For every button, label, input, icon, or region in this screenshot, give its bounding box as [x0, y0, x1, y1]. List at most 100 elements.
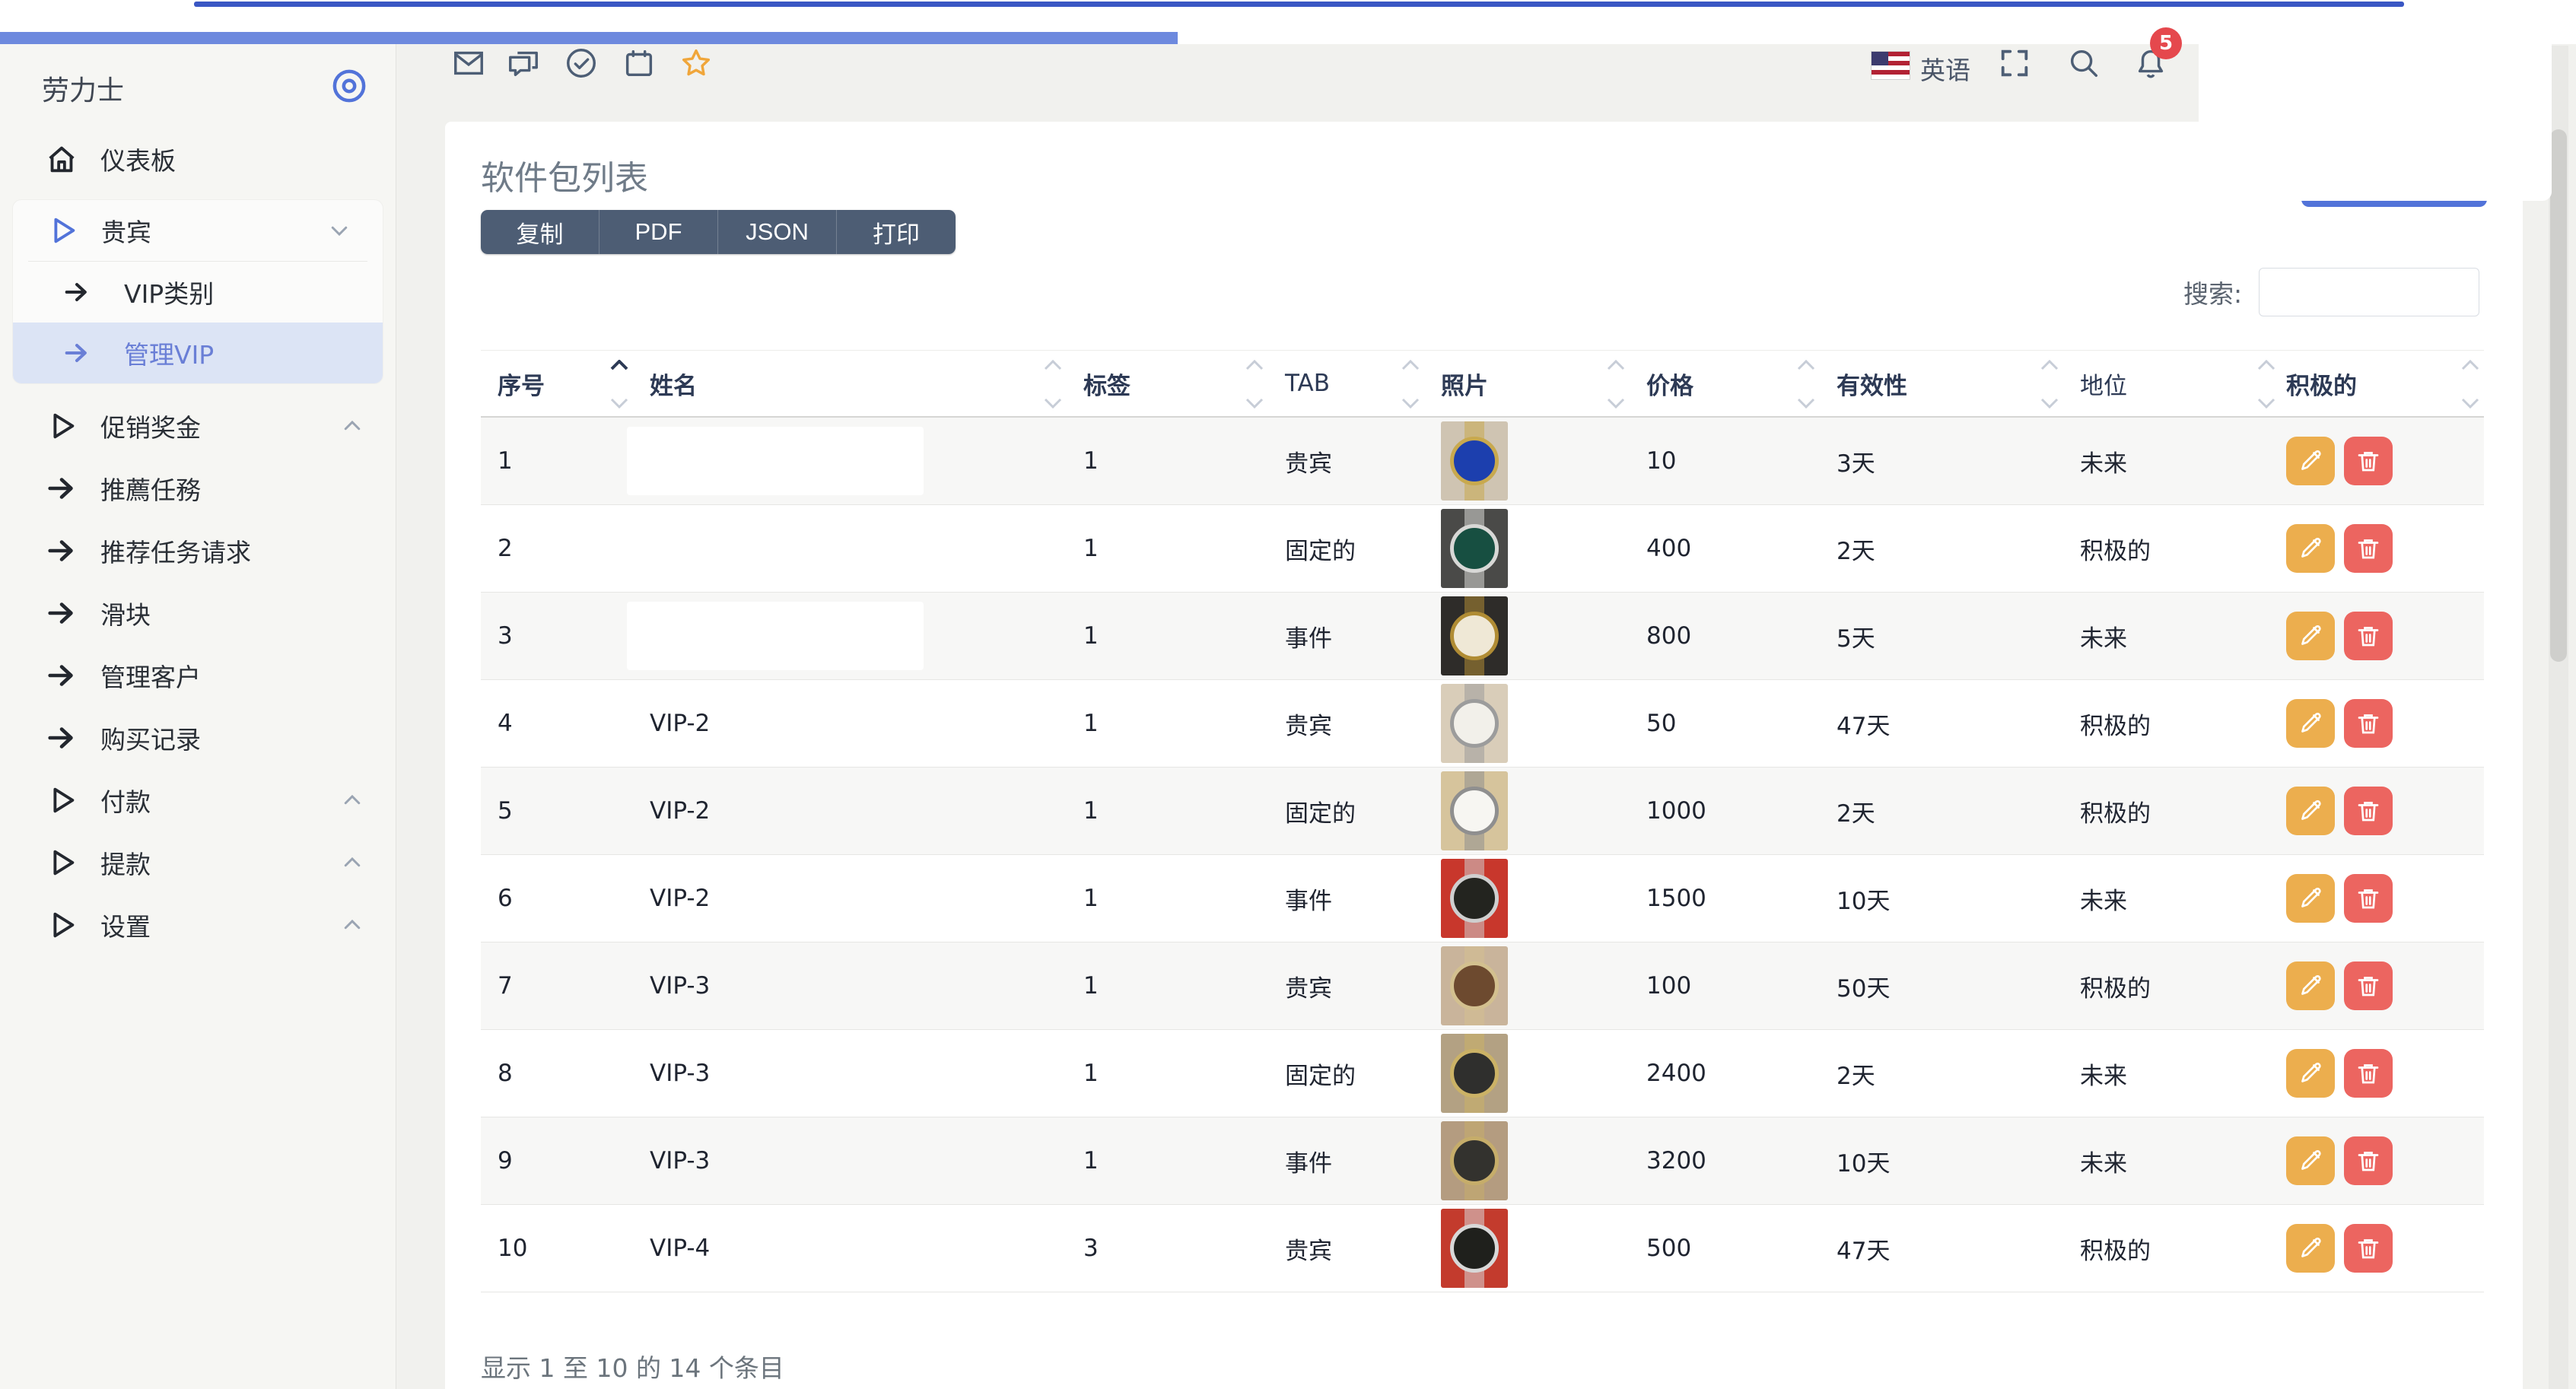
- language-label[interactable]: 英语: [1920, 50, 1970, 87]
- column-header[interactable]: 标签: [1067, 351, 1268, 416]
- sidebar-item-vip-category[interactable]: VIP类别: [13, 262, 383, 323]
- column-header[interactable]: 姓名: [633, 351, 1067, 416]
- sidebar-item-referral-task-request[interactable]: 推荐任务请求: [0, 520, 396, 582]
- sidebar-item-referral-task[interactable]: 推薦任務: [0, 457, 396, 520]
- pdf-button[interactable]: PDF: [599, 210, 718, 254]
- cell-name: VIP-3: [633, 1117, 1067, 1204]
- home-icon: [44, 141, 79, 176]
- edit-button[interactable]: [2286, 1049, 2335, 1098]
- sidebar-item-label: 购买记录: [100, 720, 201, 756]
- product-photo: [1441, 771, 1508, 850]
- column-header[interactable]: 积极的: [2280, 351, 2484, 416]
- sidebar-item-promo-bonus[interactable]: 促销奖金: [0, 395, 396, 457]
- chevron-up-icon: [341, 789, 364, 812]
- chat-icon[interactable]: [506, 46, 541, 81]
- cell-actions: [2280, 855, 2484, 942]
- arrow-right-icon: [44, 533, 79, 568]
- column-header[interactable]: 地位: [2063, 351, 2280, 416]
- sidebar-item-payments[interactable]: 付款: [0, 769, 396, 831]
- cell-price: 400: [1630, 505, 1820, 592]
- sidebar-item-label: 促销奖金: [100, 408, 201, 444]
- delete-button[interactable]: [2344, 787, 2393, 835]
- column-header-label: 积极的: [2286, 367, 2357, 401]
- redacted-name-box: [627, 427, 924, 495]
- sidebar-item-slider[interactable]: 滑块: [0, 582, 396, 644]
- table-row: 1 1 贵宾 10 3天 未来: [481, 418, 2484, 505]
- table-row: 10 VIP-4 3 贵宾 500 47天 积极的: [481, 1205, 2484, 1292]
- sidebar-item-settings[interactable]: 设置: [0, 894, 396, 956]
- sidebar-item-manage-customers[interactable]: 管理客户: [0, 644, 396, 707]
- sidebar-item-withdrawals[interactable]: 提款: [0, 831, 396, 894]
- edit-button[interactable]: [2286, 961, 2335, 1010]
- cell-status: 积极的: [2063, 505, 2280, 592]
- cell-photo: [1424, 593, 1630, 679]
- calendar-icon[interactable]: [622, 46, 657, 81]
- sidebar-item-manage-vip[interactable]: 管理VIP: [13, 323, 383, 383]
- column-header[interactable]: 价格: [1630, 351, 1820, 416]
- search-input[interactable]: [2259, 268, 2479, 316]
- cell-status: 积极的: [2063, 768, 2280, 854]
- edit-button[interactable]: [2286, 699, 2335, 748]
- play-icon: [44, 408, 79, 443]
- edit-button[interactable]: [2286, 874, 2335, 923]
- mail-icon[interactable]: [451, 46, 486, 81]
- target-icon[interactable]: [329, 65, 370, 106]
- column-header-label: 序号: [498, 367, 545, 401]
- delete-button[interactable]: [2344, 1049, 2393, 1098]
- product-photo: [1441, 1034, 1508, 1113]
- edit-button[interactable]: [2286, 1224, 2335, 1273]
- table-row: 9 VIP-3 1 事件 3200 10天 未来: [481, 1117, 2484, 1205]
- delete-button[interactable]: [2344, 1136, 2393, 1185]
- product-photo: [1441, 1121, 1508, 1200]
- delete-button[interactable]: [2344, 699, 2393, 748]
- sidebar-item-label: 提款: [100, 844, 151, 881]
- column-header[interactable]: 有效性: [1820, 351, 2063, 416]
- cell-name: VIP-2: [633, 768, 1067, 854]
- edit-button[interactable]: [2286, 612, 2335, 660]
- column-header[interactable]: 序号: [481, 351, 633, 416]
- check-circle-icon[interactable]: [564, 46, 599, 81]
- name-text: VIP-3: [650, 1060, 710, 1087]
- cell-tag: 1: [1067, 418, 1268, 504]
- search-icon[interactable]: [2066, 46, 2101, 81]
- cell-serial: 7: [481, 942, 633, 1029]
- cell-validity: 10天: [1820, 855, 2063, 942]
- sidebar-item-dashboard[interactable]: 仪表板: [0, 128, 396, 190]
- edit-button[interactable]: [2286, 437, 2335, 485]
- arrow-right-icon: [44, 596, 79, 631]
- scrollbar-thumb[interactable]: [2550, 129, 2567, 662]
- play-icon: [44, 907, 79, 942]
- table-header-row: 序号 姓名 标签 TA: [481, 350, 2484, 418]
- us-flag-icon[interactable]: [1872, 52, 1910, 79]
- delete-button[interactable]: [2344, 961, 2393, 1010]
- edit-button[interactable]: [2286, 1136, 2335, 1185]
- cell-photo: [1424, 505, 1630, 592]
- print-button[interactable]: 打印: [837, 210, 956, 254]
- edit-button[interactable]: [2286, 524, 2335, 573]
- delete-button[interactable]: [2344, 1224, 2393, 1273]
- cell-photo: [1424, 1205, 1630, 1292]
- cell-validity: 47天: [1820, 680, 2063, 767]
- json-button[interactable]: JSON: [718, 210, 837, 254]
- cell-validity: 3天: [1820, 418, 2063, 504]
- column-header[interactable]: TAB: [1268, 351, 1424, 416]
- fullscreen-icon[interactable]: [1997, 46, 2032, 81]
- delete-button[interactable]: [2344, 524, 2393, 573]
- sidebar-item-purchase-records[interactable]: 购买记录: [0, 707, 396, 769]
- sidebar-item-label: 仪表板: [100, 141, 176, 177]
- sidebar-item-vip[interactable]: 贵宾: [13, 200, 383, 261]
- cell-tag: 1: [1067, 855, 1268, 942]
- delete-button[interactable]: [2344, 437, 2393, 485]
- delete-button[interactable]: [2344, 874, 2393, 923]
- user-menu-panel[interactable]: [2199, 35, 2552, 201]
- cell-price: 2400: [1630, 1030, 1820, 1117]
- copy-button[interactable]: 复制: [481, 210, 599, 254]
- sort-down-icon: [2257, 398, 2275, 408]
- name-text: VIP-3: [650, 972, 710, 1000]
- delete-button[interactable]: [2344, 612, 2393, 660]
- cell-actions: [2280, 1205, 2484, 1292]
- sort-down-icon: [1607, 398, 1625, 408]
- column-header[interactable]: 照片: [1424, 351, 1630, 416]
- edit-button[interactable]: [2286, 787, 2335, 835]
- star-icon[interactable]: [679, 46, 714, 81]
